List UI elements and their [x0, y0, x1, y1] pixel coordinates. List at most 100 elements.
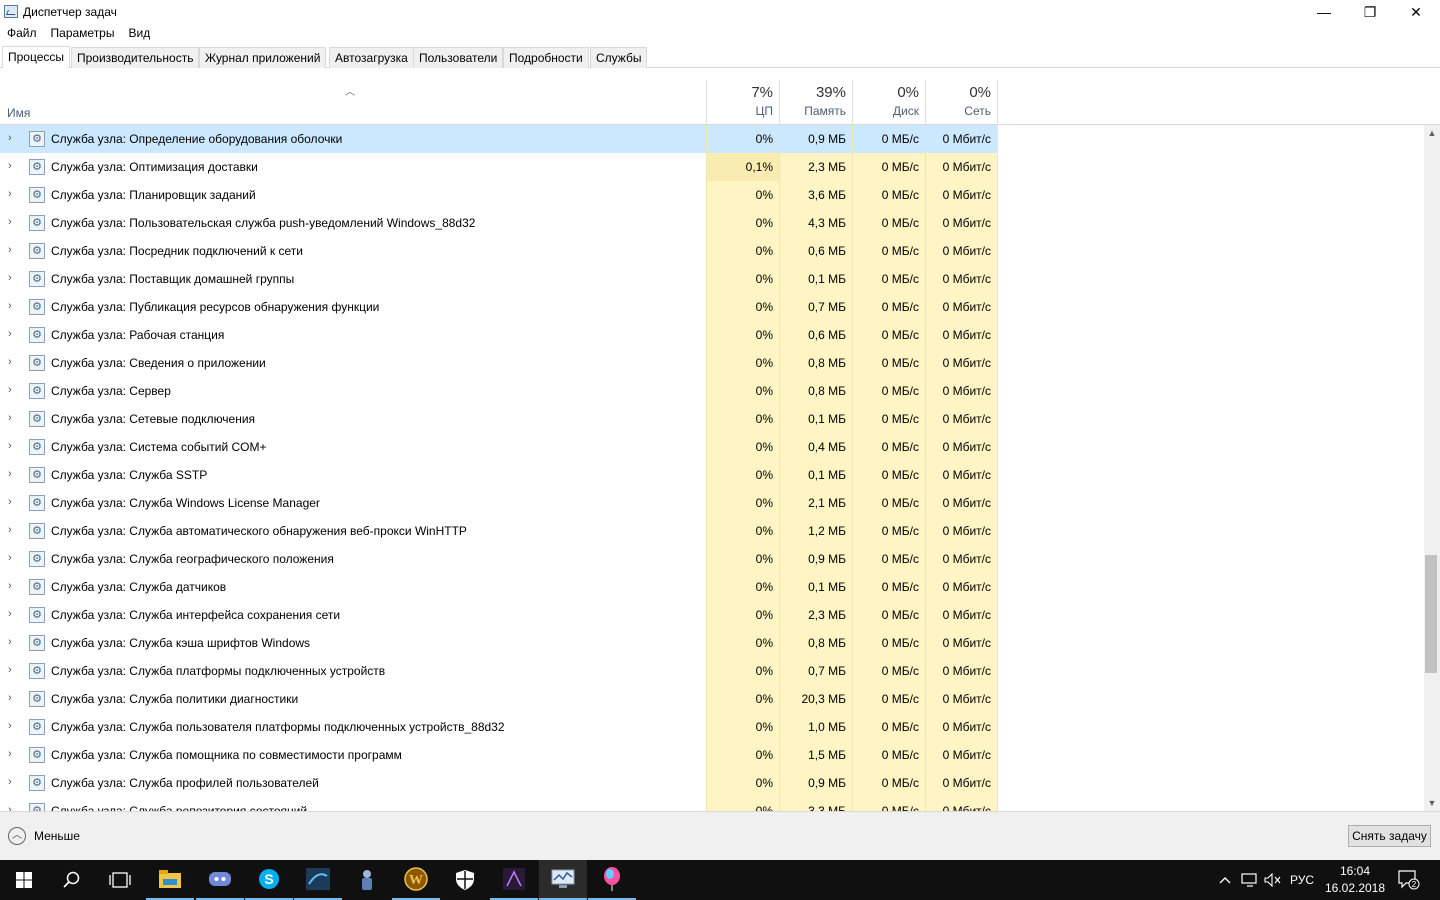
table-row[interactable]: › ⚙ Служба узла: Посредник подключений к с… — [0, 237, 1424, 265]
app-balloon-icon[interactable] — [588, 860, 636, 900]
menu-options[interactable]: Параметры — [44, 24, 122, 44]
table-row[interactable]: › ⚙ Служба узла: Служба репозитория состоя… — [0, 797, 1424, 811]
language-indicator[interactable]: РУС — [1287, 860, 1317, 900]
process-name-cell[interactable]: › ⚙ Служба узла: Посредник подключений к с… — [0, 237, 706, 265]
fewer-details-button[interactable]: Меньше — [34, 829, 80, 843]
scroll-thumb[interactable] — [1425, 555, 1437, 673]
scroll-down-icon[interactable]: ▼ — [1424, 795, 1440, 811]
process-name-cell[interactable]: › ⚙ Служба узла: Публикация ресурсов обнар… — [0, 293, 706, 321]
shield-icon[interactable] — [441, 860, 489, 900]
tab-performance[interactable]: Производительность — [71, 47, 200, 68]
process-name-cell[interactable]: › ⚙ Служба узла: Сведения о приложении — [0, 349, 706, 377]
process-name-cell[interactable]: › ⚙ Служба узла: Рабочая станция — [0, 321, 706, 349]
search-icon[interactable] — [48, 860, 96, 900]
column-name[interactable]: Имя — [7, 106, 30, 120]
table-row[interactable]: › ⚙ Служба узла: Служба платформы подключе… — [0, 657, 1424, 685]
process-name-cell[interactable]: › ⚙ Служба узла: Служба SSTP — [0, 461, 706, 489]
table-row[interactable]: › ⚙ Служба узла: Служба автоматического об… — [0, 517, 1424, 545]
table-row[interactable]: › ⚙ Служба узла: Сервер 0% 0,8 МБ 0 МБ/с 0 Мби… — [0, 377, 1424, 405]
app-figure-icon[interactable] — [343, 860, 391, 900]
chevron-right-icon[interactable]: › — [8, 525, 16, 536]
table-row[interactable]: › ⚙ Служба узла: Служба SSTP 0% 0,1 МБ 0 МБ/с… — [0, 461, 1424, 489]
chevron-right-icon[interactable]: › — [8, 161, 16, 172]
vertical-scrollbar[interactable]: ▲ ▼ — [1424, 125, 1440, 811]
process-name-cell[interactable]: › ⚙ Служба узла: Планировщик заданий — [0, 181, 706, 209]
process-name-cell[interactable]: › ⚙ Служба узла: Служба профилей пользоват… — [0, 769, 706, 797]
tab-details[interactable]: Подробности — [503, 47, 589, 68]
column-network[interactable]: 0% Сеть — [925, 80, 998, 124]
table-row[interactable]: › ⚙ Служба узла: Служба помощника по совме… — [0, 741, 1424, 769]
app-dark-icon[interactable] — [490, 860, 538, 900]
tab-startup[interactable]: Автозагрузка — [329, 47, 414, 68]
task-manager-taskbar-icon[interactable] — [539, 860, 587, 900]
scroll-up-icon[interactable]: ▲ — [1424, 125, 1440, 141]
process-name-cell[interactable]: › ⚙ Служба узла: Служба помощника по совме… — [0, 741, 706, 769]
table-row[interactable]: › ⚙ Служба узла: Служба профилей пользоват… — [0, 769, 1424, 797]
chevron-right-icon[interactable]: › — [8, 357, 16, 368]
process-name-cell[interactable]: › ⚙ Служба узла: Служба автоматического об… — [0, 517, 706, 545]
process-name-cell[interactable]: › ⚙ Служба узла: Сетевые подключения — [0, 405, 706, 433]
menu-file[interactable]: Файл — [0, 24, 44, 44]
process-name-cell[interactable]: › ⚙ Служба узла: Служба платформы подключе… — [0, 657, 706, 685]
table-row[interactable]: › ⚙ Служба узла: Поставщик домашней группы… — [0, 265, 1424, 293]
process-name-cell[interactable]: › ⚙ Служба узла: Система событий COM+ — [0, 433, 706, 461]
process-name-cell[interactable]: › ⚙ Служба узла: Служба кэша шрифтов Windo… — [0, 629, 706, 657]
menu-view[interactable]: Вид — [121, 24, 157, 44]
table-row[interactable]: › ⚙ Служба узла: Служба датчиков 0% 0,1 МБ 0 … — [0, 573, 1424, 601]
column-memory[interactable]: 39% Память — [779, 80, 852, 124]
chevron-right-icon[interactable]: › — [8, 553, 16, 564]
network-icon[interactable] — [1239, 860, 1261, 900]
chevron-right-icon[interactable]: › — [8, 385, 16, 396]
column-cpu[interactable]: 7% ЦП — [706, 80, 779, 124]
chevron-up-icon[interactable]: ︿ — [8, 827, 26, 845]
end-task-button[interactable]: Снять задачу — [1348, 825, 1431, 847]
table-row[interactable]: › ⚙ Служба узла: Служба Windows License Ma… — [0, 489, 1424, 517]
chevron-right-icon[interactable]: › — [8, 217, 16, 228]
process-name-cell[interactable]: › ⚙ Служба узла: Пользовательская служба p… — [0, 209, 706, 237]
process-name-cell[interactable]: › ⚙ Служба узла: Сервер — [0, 377, 706, 405]
tray-chevron-up-icon[interactable] — [1215, 860, 1235, 900]
table-row[interactable]: › ⚙ Служба узла: Рабочая станция 0% 0,6 МБ 0 … — [0, 321, 1424, 349]
table-row[interactable]: › ⚙ Служба узла: Публикация ресурсов обнар… — [0, 293, 1424, 321]
process-name-cell[interactable]: › ⚙ Служба узла: Поставщик домашней группы — [0, 265, 706, 293]
minimize-button[interactable]: — — [1301, 0, 1347, 24]
skype-icon[interactable]: S — [245, 860, 293, 900]
tab-app-history[interactable]: Журнал приложений — [199, 47, 327, 68]
tab-services[interactable]: Службы — [590, 47, 648, 68]
chevron-right-icon[interactable]: › — [8, 245, 16, 256]
chevron-right-icon[interactable]: › — [8, 273, 16, 284]
chevron-right-icon[interactable]: › — [8, 441, 16, 452]
notifications-icon[interactable]: 2 — [1396, 860, 1422, 900]
chevron-right-icon[interactable]: › — [8, 777, 16, 788]
world-of-warcraft-icon[interactable]: W — [392, 860, 440, 900]
chevron-right-icon[interactable]: › — [8, 637, 16, 648]
process-name-cell[interactable]: › ⚙ Служба узла: Служба политики диагности… — [0, 685, 706, 713]
process-name-cell[interactable]: › ⚙ Служба узла: Служба датчиков — [0, 573, 706, 601]
chevron-right-icon[interactable]: › — [8, 721, 16, 732]
restore-button[interactable]: ❐ — [1347, 0, 1393, 24]
chevron-right-icon[interactable]: › — [8, 497, 16, 508]
chevron-right-icon[interactable]: › — [8, 329, 16, 340]
windows-start-icon[interactable] — [0, 860, 48, 900]
table-row[interactable]: › ⚙ Служба узла: Служба географического по… — [0, 545, 1424, 573]
column-disk[interactable]: 0% Диск — [852, 80, 925, 124]
chevron-right-icon[interactable]: › — [8, 749, 16, 760]
close-button[interactable]: ✕ — [1393, 0, 1439, 24]
tab-processes[interactable]: Процессы — [2, 46, 71, 68]
process-name-cell[interactable]: › ⚙ Служба узла: Оптимизация доставки — [0, 153, 706, 181]
chevron-right-icon[interactable]: › — [8, 693, 16, 704]
table-row[interactable]: › ⚙ Служба узла: Служба пользователя платф… — [0, 713, 1424, 741]
table-row[interactable]: › ⚙ Служба узла: Пользовательская служба p… — [0, 209, 1424, 237]
table-row[interactable]: › ⚙ Служба узла: Сведения о приложении 0% 0,… — [0, 349, 1424, 377]
tab-users[interactable]: Пользователи — [413, 47, 504, 68]
task-view-icon[interactable] — [96, 860, 144, 900]
chevron-right-icon[interactable]: › — [8, 133, 16, 144]
chevron-right-icon[interactable]: › — [8, 413, 16, 424]
file-explorer-icon[interactable] — [146, 860, 194, 900]
table-row[interactable]: › ⚙ Служба узла: Определение оборудования … — [0, 125, 1424, 153]
table-row[interactable]: › ⚙ Служба узла: Служба политики диагности… — [0, 685, 1424, 713]
table-row[interactable]: › ⚙ Служба узла: Система событий COM+ 0% 0,4… — [0, 433, 1424, 461]
chevron-right-icon[interactable]: › — [8, 609, 16, 620]
chevron-right-icon[interactable]: › — [8, 301, 16, 312]
process-name-cell[interactable]: › ⚙ Служба узла: Служба интерфейса сохране… — [0, 601, 706, 629]
